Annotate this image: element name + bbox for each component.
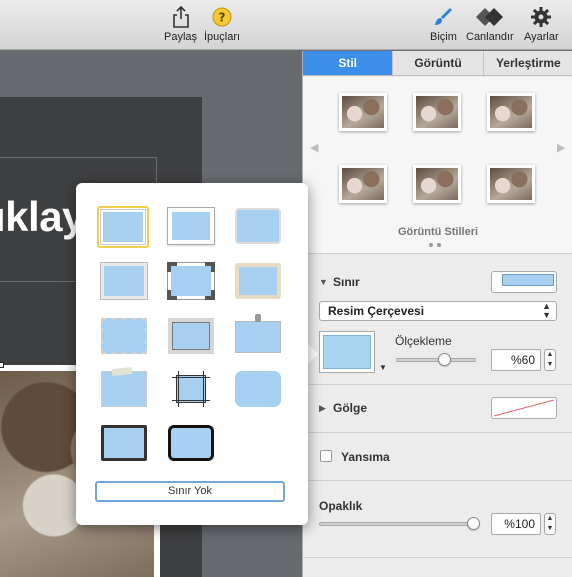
divider <box>303 557 572 558</box>
animate-icon <box>475 5 505 29</box>
tips-label: İpuçları <box>204 31 241 43</box>
frame-option[interactable] <box>235 314 281 353</box>
border-style-button[interactable] <box>491 271 557 293</box>
divider <box>303 432 572 433</box>
image-styles-label: Görüntü Stilleri <box>397 226 479 238</box>
image-style-swatch[interactable] <box>339 165 387 203</box>
paintbrush-icon <box>432 5 454 29</box>
opacity-slider-knob[interactable] <box>467 517 480 530</box>
scale-stepper[interactable]: ▲ ▼ <box>544 349 556 371</box>
frame-option[interactable] <box>235 208 281 244</box>
shadow-style-button[interactable] <box>491 397 557 419</box>
shadow-section-label: Gölge <box>333 401 368 415</box>
help-icon: ? <box>211 5 233 29</box>
image-style-swatch[interactable] <box>487 165 535 203</box>
tab-image[interactable]: Görüntü <box>393 51 484 75</box>
no-border-button[interactable]: Sınır Yok <box>95 481 285 502</box>
image-style-swatch[interactable] <box>413 165 461 203</box>
frame-option[interactable] <box>168 425 214 461</box>
border-section-label: Sınır <box>333 275 360 289</box>
select-arrows-icon: ▲ ▼ <box>542 301 551 320</box>
divider <box>303 384 572 385</box>
svg-text:?: ? <box>219 11 226 25</box>
picture-frame-picker[interactable] <box>319 331 375 373</box>
frame-option[interactable] <box>235 371 281 407</box>
scale-label: Ölçekleme <box>395 334 452 348</box>
share-label: Paylaş <box>164 31 198 43</box>
image-styles-panel: ◀ ▶ Görüntü Stilleri <box>303 77 572 254</box>
frame-option[interactable] <box>172 371 210 407</box>
tab-style[interactable]: Stil <box>303 51 394 75</box>
share-icon <box>172 5 190 29</box>
reflection-label: Yansıma <box>341 450 390 464</box>
opacity-stepper[interactable]: ▲ ▼ <box>544 513 556 535</box>
tips-button[interactable]: ? İpuçları <box>204 5 240 43</box>
inspector-tabs: Stil Görüntü Yerleştirme <box>303 51 572 76</box>
format-button[interactable]: Biçim <box>430 5 457 43</box>
image-style-swatch[interactable] <box>487 93 535 131</box>
format-label: Biçim <box>430 31 457 43</box>
settings-label: Ayarlar <box>524 31 559 43</box>
frame-option[interactable] <box>168 318 214 354</box>
scale-field[interactable]: %60 <box>491 349 541 371</box>
gear-icon <box>530 5 552 29</box>
border-type-select[interactable]: Resim Çerçevesi ▲ ▼ <box>319 301 557 321</box>
settings-button[interactable]: Ayarlar <box>524 5 559 43</box>
share-button[interactable]: Paylaş <box>164 5 197 43</box>
frame-option[interactable] <box>101 263 147 299</box>
frame-option-selected[interactable] <box>97 206 149 248</box>
frame-option[interactable] <box>168 208 214 244</box>
image-style-swatch[interactable] <box>339 93 387 131</box>
popover-tail <box>307 343 318 365</box>
page-indicator[interactable] <box>429 243 441 247</box>
border-type-value: Resim Çerçevesi <box>328 304 425 318</box>
disclosure-closed-icon[interactable]: ▶ <box>319 403 326 414</box>
frame-option[interactable] <box>101 425 147 461</box>
frame-option[interactable] <box>101 366 147 407</box>
dropdown-arrow-icon[interactable]: ▼ <box>379 363 387 372</box>
animate-label: Canlandır <box>466 31 514 43</box>
frame-option[interactable] <box>101 318 147 354</box>
next-arrow-icon[interactable]: ▶ <box>557 141 565 154</box>
opacity-field[interactable]: %100 <box>491 513 541 535</box>
scale-slider-track[interactable] <box>396 358 476 362</box>
resize-handle[interactable] <box>0 362 4 368</box>
scale-slider-knob[interactable] <box>438 353 451 366</box>
format-inspector: Stil Görüntü Yerleştirme ◀ ▶ Görüntü Sti… <box>302 51 572 577</box>
frame-option[interactable] <box>167 262 215 300</box>
reflection-checkbox[interactable] <box>320 450 332 462</box>
picture-frame-popover: Sınır Yok <box>76 183 308 525</box>
frame-option[interactable] <box>235 263 281 299</box>
image-style-swatch[interactable] <box>413 93 461 131</box>
divider <box>303 480 572 481</box>
opacity-slider-track[interactable] <box>319 522 473 526</box>
tab-arrange[interactable]: Yerleştirme <box>484 51 572 75</box>
animate-button[interactable]: Canlandır <box>466 5 514 43</box>
toolbar: Paylaş ? İpuçları Biçim Canlandır Ayarla… <box>0 0 572 50</box>
opacity-label: Opaklık <box>319 499 363 513</box>
disclosure-open-icon[interactable]: ▼ <box>319 277 328 287</box>
previous-arrow-icon[interactable]: ◀ <box>310 141 318 154</box>
